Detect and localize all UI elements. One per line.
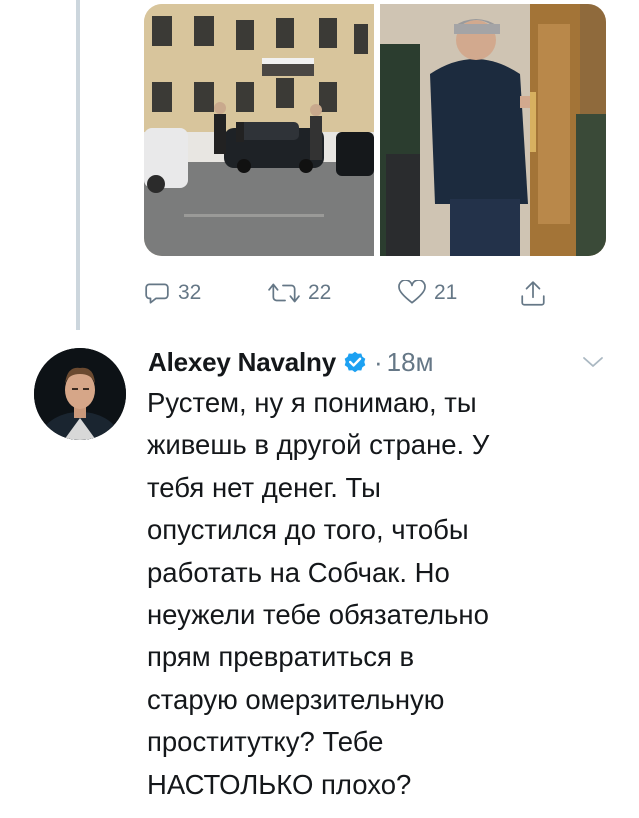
tweet-text-line: опустился до того, чтобы [147,514,469,546]
tweet[interactable]: Alexey Navalny · 18м Рустем, ну я понима… [0,330,639,818]
tweet-text-line: проститутку? Тебе [147,726,384,758]
chevron-down-icon[interactable] [580,352,606,372]
man-in-doorway-photo[interactable] [380,4,606,256]
retweet-count: 22 [308,281,332,304]
street-photo[interactable] [144,4,374,256]
tweet-text-line: прям превратиться в [147,641,415,673]
reply-button[interactable]: 32 [144,280,201,306]
tweet-text-line: НАСТОЛЬКО плохо? [147,768,412,800]
share-icon [521,281,545,306]
tweet-text-line: Рустем, ну я понимаю, ты [147,387,477,418]
tweet-header: Alexey Navalny · 18м [148,344,433,380]
reply-count: 32 [178,281,202,304]
author-name[interactable]: Alexey Navalny [148,347,336,378]
verified-badge-icon [344,351,366,373]
retweet-button[interactable]: 22 [268,280,331,306]
separator: · [374,346,383,377]
share-button[interactable] [520,280,546,308]
reply-icon [145,283,169,304]
like-count: 21 [434,281,458,304]
like-button[interactable]: 21 [398,280,457,306]
like-icon [398,280,426,304]
tweet-text-line: старую омерзительную [147,683,445,715]
retweet-icon [268,283,300,303]
tweet-text-line: работать на Собчак. Но [147,556,450,588]
tweet-text-line: неужели тебе обязательно [147,599,489,631]
timestamp[interactable]: 18м [387,347,434,378]
tweet-text-line: тебя нет денег. Ты [147,471,381,503]
avatar[interactable] [34,348,126,440]
tweet-text-line: живешь в другой стране. У [147,429,490,461]
tweet-text: Рустем, ну я понимаю, ты живешь в другой… [147,382,617,806]
media-grid[interactable] [144,4,606,256]
previous-tweet-actions: 32 22 21 [144,280,584,314]
thread-line [76,0,80,330]
